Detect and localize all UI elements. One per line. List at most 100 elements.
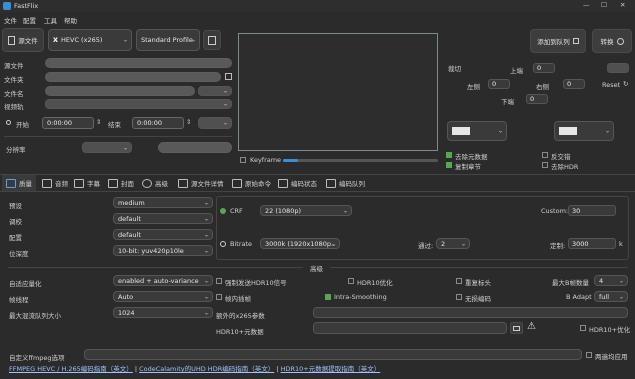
crop-bottom-field[interactable]: 0: [526, 94, 548, 104]
crop-top-aux[interactable]: [607, 63, 629, 73]
tune-select[interactable]: default ⌄: [113, 213, 213, 224]
crf-radio-icon[interactable]: [220, 208, 226, 214]
badapt-select[interactable]: full ⌄: [594, 291, 628, 302]
tab-audio[interactable]: 音频: [42, 175, 68, 191]
end-time-field[interactable]: 0:00:00: [132, 117, 184, 129]
raw-command-icon: [232, 178, 242, 188]
tune-value: default: [118, 214, 141, 223]
link-codecalamity[interactable]: CodeCalamity的UHD HDR编码指南（英文）: [139, 365, 274, 373]
resolution-select[interactable]: ⌄: [82, 142, 132, 153]
reset-icon[interactable]: ↻: [623, 80, 628, 88]
encoding-queue-icon: [326, 178, 336, 188]
extra-x265-field[interactable]: [313, 307, 628, 318]
menu-file[interactable]: 文件: [4, 15, 17, 25]
tab-subtitles[interactable]: 字幕: [74, 175, 100, 191]
video-track-select[interactable]: ⌄: [45, 99, 232, 109]
close-icon[interactable]: ✕: [620, 1, 625, 9]
tab-cover[interactable]: 封面: [108, 175, 134, 191]
end-time-value: 0:00:00: [137, 119, 163, 127]
frame-threads-value: Auto: [118, 292, 134, 301]
bitrate-label: Bitrate: [230, 240, 253, 248]
remove-hdr-checkbox[interactable]: [542, 162, 548, 168]
start-spin-icon[interactable]: ⇕: [96, 118, 101, 126]
profile-label: 配置: [9, 234, 22, 242]
source-button[interactable]: 源文件: [2, 28, 44, 52]
extension-select[interactable]: ⌄: [198, 86, 232, 96]
custom-ffmpeg-label: 自定义ffmpeg选项: [9, 354, 65, 362]
folder-field[interactable]: [45, 72, 221, 82]
folder-open-icon[interactable]: [225, 73, 232, 80]
frame-threads-select[interactable]: Auto ⌄: [113, 291, 213, 302]
cover-icon: [108, 178, 118, 188]
hdr10-meta-browse-button[interactable]: [510, 322, 523, 334]
encoder-profile-select[interactable]: default ⌄: [113, 229, 213, 240]
remove-metadata-checkbox[interactable]: [446, 152, 452, 158]
max-mux-select[interactable]: 1024 ⌄: [113, 307, 213, 318]
add-to-queue-button[interactable]: 添加到队列: [530, 29, 586, 53]
resolution-field[interactable]: [158, 142, 232, 153]
custom-ffmpeg-field[interactable]: [84, 349, 582, 360]
flip-select[interactable]: ⌄: [554, 121, 614, 141]
menu-help[interactable]: 帮助: [64, 15, 77, 25]
bitrate-radio-icon[interactable]: [220, 241, 226, 247]
intra-smoothing-checkbox[interactable]: [325, 294, 331, 300]
tab-encoding-status[interactable]: 编码状态: [278, 175, 317, 191]
crop-top-field[interactable]: 0: [533, 63, 555, 73]
filename-field[interactable]: [45, 86, 195, 96]
keyframe-checkbox[interactable]: [240, 157, 246, 163]
preset-select[interactable]: medium ⌄: [113, 197, 213, 208]
tab-encoding-queue[interactable]: 编码队列: [326, 175, 365, 191]
convert-button[interactable]: 转换: [592, 29, 632, 53]
tab-advanced[interactable]: 高级: [142, 175, 168, 191]
bitdepth-select[interactable]: 10-bit: yuv420p10le ⌄: [113, 245, 213, 256]
minimize-icon[interactable]: —: [583, 1, 590, 9]
two-pass-checkbox[interactable]: [586, 352, 592, 358]
chevron-down-icon: ⌄: [203, 293, 209, 300]
hdr10-opt-checkbox[interactable]: [348, 278, 354, 284]
end-spin-icon[interactable]: ⇕: [186, 118, 191, 126]
custom-crf-field[interactable]: 30: [568, 205, 616, 216]
lossless-checkbox[interactable]: [456, 294, 462, 300]
menu-config[interactable]: 配置: [23, 15, 36, 25]
tab-quality[interactable]: 质量: [2, 175, 36, 191]
link-hdr10plus[interactable]: HDR10+元数据提取指南（英文）: [281, 365, 381, 373]
aq-label: 自适应量化: [9, 280, 42, 288]
crop-left-field[interactable]: 0: [488, 79, 510, 89]
frame-interp-checkbox[interactable]: [216, 294, 222, 300]
profile-settings-button[interactable]: [203, 30, 221, 50]
force-hdr-checkbox[interactable]: [216, 278, 222, 284]
start-time-field[interactable]: 0:00:00: [42, 117, 94, 129]
bitrate-select[interactable]: 3000k (1920x1080p... ⌄: [260, 238, 340, 249]
hdr10-meta-field[interactable]: [313, 322, 507, 334]
rotate-select[interactable]: ⌄: [447, 121, 507, 141]
tab-raw-command[interactable]: 原始命令: [232, 175, 271, 191]
tab-source-details[interactable]: 源文件详情: [178, 175, 224, 191]
crop-reset-label[interactable]: Reset: [602, 81, 620, 89]
chevron-down-icon: ⌄: [190, 36, 196, 44]
passes-select[interactable]: 2 ⌄: [436, 238, 470, 249]
link-ffmpeg-hevc[interactable]: FFMPEG HEVC / H.265编码指南（英文）: [9, 365, 133, 373]
menu-bar: 文件 配置 工具 帮助: [0, 12, 635, 26]
maximize-icon[interactable]: ☐: [601, 1, 607, 9]
crop-right-field[interactable]: 0: [563, 79, 585, 89]
crop-right-value: 0: [567, 80, 572, 88]
tab-raw-command-label: 原始命令: [245, 180, 271, 188]
max-b-select[interactable]: 4 ⌄: [594, 275, 628, 286]
crf-select[interactable]: 22 (1080p) ⌄: [260, 205, 352, 216]
source-field[interactable]: [45, 58, 232, 68]
hdr10plus-opt-checkbox[interactable]: [580, 325, 586, 331]
encoder-select[interactable]: X HEVC (x265) ⌄: [48, 29, 132, 51]
timeline-slider[interactable]: [283, 159, 438, 162]
profile-select[interactable]: Standard Profile ⌄: [136, 29, 200, 51]
custom-crf-value: 30: [572, 206, 581, 215]
custom-bitrate-field[interactable]: 3000: [568, 238, 616, 249]
repeat-headers-checkbox[interactable]: [456, 278, 462, 284]
deinterlace-checkbox[interactable]: [542, 152, 548, 158]
copy-chapters-checkbox[interactable]: [446, 162, 452, 168]
time-mode-select[interactable]: ⌄: [198, 117, 232, 129]
menu-tools[interactable]: 工具: [44, 15, 57, 25]
radio-icon[interactable]: [6, 120, 11, 125]
profile-value: Standard Profile: [141, 36, 193, 44]
list-icon: [208, 35, 216, 45]
aq-select[interactable]: enabled + auto-variance ⌄: [113, 275, 213, 286]
